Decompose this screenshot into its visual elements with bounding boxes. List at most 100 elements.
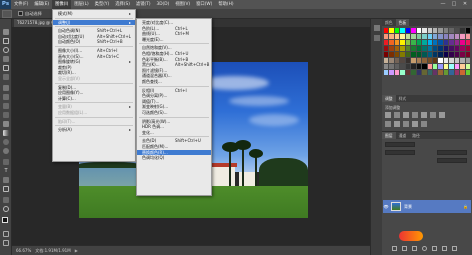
menu-option[interactable]: 变化... bbox=[137, 130, 211, 135]
color-swatch[interactable] bbox=[411, 70, 416, 75]
color-swatch[interactable] bbox=[454, 52, 460, 57]
color-swatch[interactable] bbox=[384, 40, 389, 45]
menu-option[interactable]: 显示全部(V) bbox=[53, 76, 135, 81]
color-swatch[interactable] bbox=[405, 40, 411, 45]
color-swatch[interactable] bbox=[389, 58, 394, 63]
menu-option[interactable]: 曝光度(E)... bbox=[137, 37, 211, 42]
color-swatch[interactable] bbox=[432, 64, 438, 69]
color-swatch[interactable] bbox=[449, 40, 454, 45]
photo-filter-icon[interactable] bbox=[394, 121, 400, 127]
menu-option[interactable]: 色阶(L)... Ctrl+L bbox=[137, 26, 211, 31]
properties-panel-icon[interactable] bbox=[374, 35, 380, 41]
color-swatch[interactable] bbox=[432, 40, 438, 45]
clone-stamp-tool-icon[interactable] bbox=[3, 103, 9, 109]
color-swatch[interactable] bbox=[389, 46, 394, 51]
color-swatch[interactable] bbox=[449, 64, 454, 69]
foreground-color-swatch[interactable] bbox=[2, 217, 8, 223]
menu-option[interactable]: 图像旋转(G) ▸ bbox=[53, 59, 135, 64]
color-swatch[interactable] bbox=[438, 28, 443, 33]
menu-option[interactable]: 渐变映射(G)... bbox=[137, 104, 211, 109]
color-swatch[interactable] bbox=[389, 52, 394, 57]
color-swatch[interactable] bbox=[384, 70, 389, 75]
color-swatch[interactable] bbox=[443, 40, 449, 45]
marquee-tool-icon[interactable] bbox=[3, 38, 9, 44]
menu-item[interactable]: 视图(V) bbox=[172, 0, 193, 9]
lasso-tool-icon[interactable] bbox=[3, 47, 9, 53]
dodge-tool-icon[interactable] bbox=[3, 148, 9, 154]
link-layers-icon[interactable] bbox=[392, 246, 397, 251]
eraser-tool-icon[interactable] bbox=[3, 121, 9, 127]
color-swatch[interactable] bbox=[454, 40, 460, 45]
menu-item[interactable]: 帮助(H) bbox=[215, 0, 236, 9]
channel-mixer-icon[interactable] bbox=[403, 121, 409, 127]
color-swatch[interactable] bbox=[438, 34, 443, 39]
color-swatch[interactable] bbox=[460, 58, 465, 63]
healing-brush-tool-icon[interactable] bbox=[3, 85, 9, 91]
eyedropper-tool-icon[interactable] bbox=[3, 74, 9, 80]
color-swatch[interactable] bbox=[416, 46, 422, 51]
gradient-tool-icon[interactable] bbox=[3, 130, 9, 136]
menu-item[interactable]: 类型(Y) bbox=[92, 0, 113, 9]
color-swatch[interactable] bbox=[394, 40, 400, 45]
color-swatch[interactable] bbox=[394, 46, 400, 51]
menu-item[interactable]: 滤镜(T) bbox=[133, 0, 154, 9]
hand-tool-icon[interactable] bbox=[3, 197, 9, 203]
color-swatch[interactable] bbox=[465, 52, 470, 57]
color-swatch[interactable] bbox=[443, 46, 449, 51]
color-swatch[interactable] bbox=[405, 70, 411, 75]
color-swatch[interactable] bbox=[432, 70, 438, 75]
color-swatch[interactable] bbox=[405, 28, 411, 33]
color-swatch[interactable] bbox=[432, 52, 438, 57]
auto-select-checkbox[interactable] bbox=[18, 11, 23, 16]
history-panel-icon[interactable] bbox=[374, 25, 380, 31]
color-swatch[interactable] bbox=[405, 46, 411, 51]
color-swatch[interactable] bbox=[405, 52, 411, 57]
color-swatch[interactable] bbox=[389, 40, 394, 45]
color-swatch[interactable] bbox=[465, 58, 470, 63]
menu-option[interactable]: 分析(A) ▸ bbox=[53, 127, 135, 132]
hue-saturation-icon[interactable] bbox=[430, 112, 436, 118]
menu-option[interactable]: 色彩平衡(B)... Ctrl+B bbox=[137, 57, 211, 62]
color-swatch[interactable] bbox=[438, 70, 443, 75]
menu-option[interactable]: 计算(C)... bbox=[53, 96, 135, 101]
color-swatch[interactable] bbox=[405, 64, 411, 69]
black-white-icon[interactable] bbox=[385, 121, 391, 127]
layer-mask-icon[interactable] bbox=[412, 246, 417, 251]
color-swatch[interactable] bbox=[443, 64, 449, 69]
color-swatch[interactable] bbox=[384, 28, 389, 33]
color-swatch[interactable] bbox=[416, 52, 422, 57]
menu-option[interactable]: 图像大小(I)... Alt+Ctrl+I bbox=[53, 48, 135, 53]
color-swatch[interactable] bbox=[416, 34, 422, 39]
color-swatch[interactable] bbox=[432, 46, 438, 51]
menu-option[interactable]: 裁切(R)... bbox=[53, 70, 135, 75]
zoom-level[interactable]: 66.67% bbox=[16, 248, 31, 253]
color-swatch[interactable] bbox=[427, 52, 432, 57]
menu-item[interactable]: 选择(S) bbox=[112, 0, 133, 9]
color-swatch[interactable] bbox=[400, 70, 405, 75]
color-swatch[interactable] bbox=[465, 46, 470, 51]
menu-option[interactable]: 变量(B) ▸ bbox=[53, 104, 135, 109]
curves-icon[interactable] bbox=[403, 112, 409, 118]
color-swatch[interactable] bbox=[384, 34, 389, 39]
color-swatch[interactable] bbox=[422, 58, 427, 63]
color-swatch[interactable] bbox=[394, 70, 400, 75]
color-swatch[interactable] bbox=[449, 58, 454, 63]
color-swatch[interactable] bbox=[465, 70, 470, 75]
color-swatch[interactable] bbox=[438, 52, 443, 57]
minimize-button[interactable]: — bbox=[438, 0, 448, 9]
menu-option[interactable]: HDR 色调... bbox=[137, 124, 211, 129]
menu-item[interactable]: 3D(D) bbox=[154, 0, 173, 9]
color-swatch[interactable] bbox=[400, 58, 405, 63]
status-menu-arrow-icon[interactable]: ▶ bbox=[75, 248, 78, 253]
visibility-eye-icon[interactable]: 👁 bbox=[383, 204, 389, 209]
tray-widget[interactable] bbox=[399, 231, 423, 241]
color-swatch[interactable] bbox=[427, 34, 432, 39]
color-swatch[interactable] bbox=[389, 28, 394, 33]
color-swatch[interactable] bbox=[384, 52, 389, 57]
menu-item[interactable]: 窗口(W) bbox=[193, 0, 215, 9]
menu-option[interactable]: 曲线(U)... Ctrl+M bbox=[137, 31, 211, 36]
close-button[interactable]: ✕ bbox=[460, 0, 470, 9]
menu-option[interactable]: 模式(M) ▸ bbox=[53, 11, 135, 16]
color-swatch[interactable] bbox=[411, 64, 416, 69]
crop-tool-icon[interactable] bbox=[3, 65, 9, 71]
